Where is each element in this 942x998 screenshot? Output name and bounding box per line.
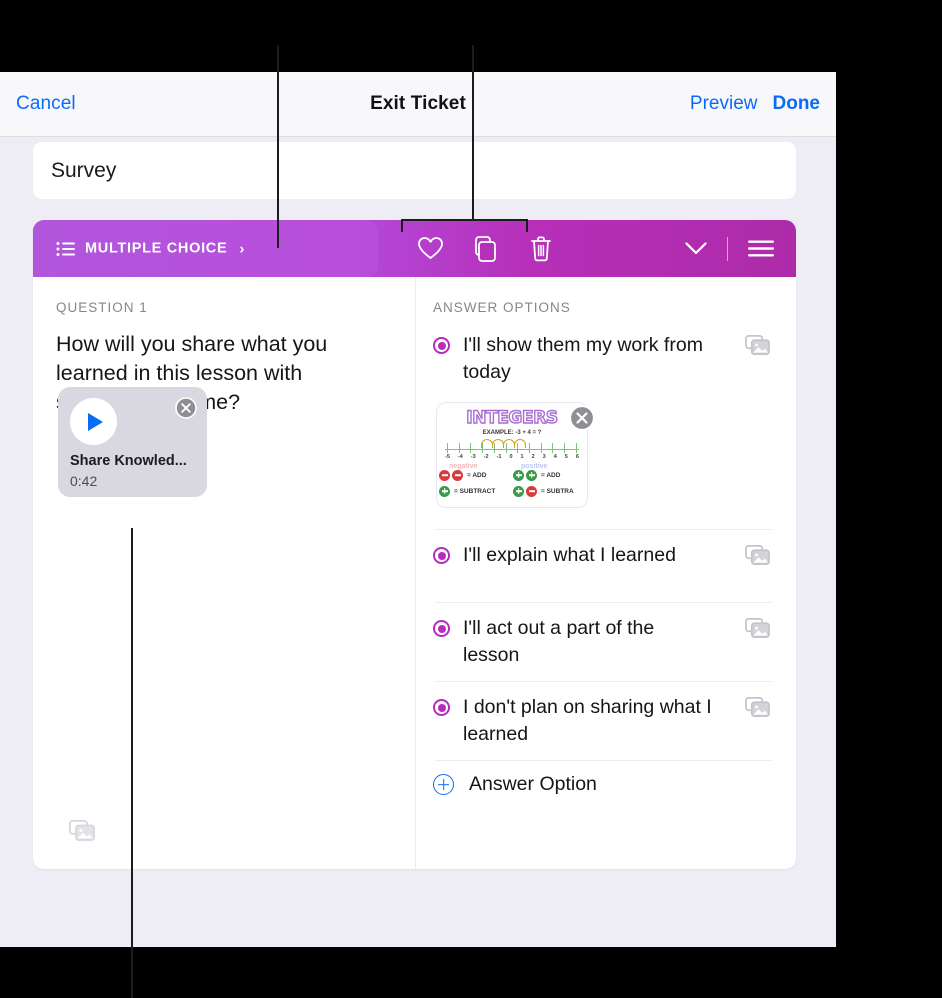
worksheet-title: INTEGERS — [466, 407, 559, 428]
answer-option-photo-icon[interactable] — [745, 696, 772, 723]
answer-options-list: I'll show them my work from today INTEGE… — [425, 332, 796, 796]
remove-attached-image-button[interactable] — [569, 405, 595, 436]
toolbar-divider — [727, 236, 728, 261]
survey-title-value: Survey — [51, 158, 117, 182]
add-answer-option-label: Answer Option — [469, 773, 597, 795]
worksheet-number-labels: -5 -4 -3 -2 -1 0 123456 — [445, 454, 579, 460]
radio-icon[interactable] — [433, 620, 450, 637]
question-card-body: QUESTION 1 How will you share what you l… — [33, 277, 796, 869]
navigation-bar: Cancel Exit Ticket Preview Done — [0, 72, 836, 137]
answer-option-divider — [435, 681, 772, 682]
question-media-chip[interactable]: Share Knowled... 0:42 — [58, 387, 207, 497]
answer-options-section-label: ANSWER OPTIONS — [433, 300, 571, 315]
plus-green-icon — [513, 469, 524, 481]
answer-option-attached-image[interactable]: INTEGERS EXAMPLE: -3 + 4 = ? -5 -4 -3 -2… — [437, 403, 595, 507]
answer-options-panel: ANSWER OPTIONS I'll show them my work fr… — [416, 277, 796, 869]
answer-option-row[interactable]: I'll explain what I learned — [425, 542, 796, 590]
app-frame: Cancel Exit Ticket Preview Done Survey M… — [0, 72, 836, 947]
radio-icon[interactable] — [433, 337, 450, 354]
callout-bracket-left-tick — [401, 219, 403, 232]
answer-option-divider — [435, 529, 772, 530]
callout-bracket-right-tick — [526, 219, 528, 232]
screenshot-root: Cancel Exit Ticket Preview Done Survey M… — [0, 0, 942, 998]
minus-red-icon — [439, 469, 450, 481]
nav-right-actions: Preview Done — [690, 93, 820, 115]
heart-icon[interactable] — [418, 237, 443, 260]
minus-red-icon — [526, 485, 537, 497]
answer-option-row[interactable]: I don't plan on sharing what I learned — [425, 694, 796, 748]
question-panel: QUESTION 1 How will you share what you l… — [33, 277, 416, 869]
plus-green-icon — [526, 469, 537, 481]
chevron-right-icon: › — [239, 240, 245, 257]
answer-option-divider — [435, 602, 772, 603]
answer-option-text[interactable]: I'll show them my work from today — [463, 332, 715, 386]
answer-option-row[interactable]: I'll show them my work from today — [425, 332, 796, 386]
answer-option-photo-icon[interactable] — [745, 544, 772, 571]
rule-text: = SUBTRA — [541, 487, 574, 495]
question-type-label: MULTIPLE CHOICE — [85, 240, 228, 257]
trash-icon[interactable] — [530, 236, 552, 262]
list-bullet-icon — [56, 241, 75, 256]
play-icon — [88, 412, 103, 431]
question-type-button[interactable]: MULTIPLE CHOICE › — [56, 240, 244, 257]
play-button[interactable] — [70, 398, 117, 445]
answer-option-text[interactable]: I'll explain what I learned — [463, 542, 715, 569]
media-duration: 0:42 — [70, 473, 98, 489]
answer-option-text[interactable]: I don't plan on sharing what I learned — [463, 694, 715, 748]
callout-line-question-type — [277, 45, 279, 248]
callout-line-media-chip — [131, 528, 133, 998]
integers-worksheet-thumbnail: INTEGERS EXAMPLE: -3 + 4 = ? -5 -4 -3 -2… — [437, 403, 587, 507]
answer-option-photo-icon[interactable] — [745, 617, 772, 644]
question-toolbar: MULTIPLE CHOICE › — [33, 220, 796, 277]
plus-circle-icon — [433, 774, 454, 795]
rule-text: = ADD — [541, 471, 561, 479]
question-card: MULTIPLE CHOICE › QUESTION 1 How will yo… — [33, 220, 796, 869]
done-button[interactable]: Done — [773, 93, 821, 115]
radio-icon[interactable] — [433, 547, 450, 564]
minus-red-icon — [452, 469, 463, 481]
question-tool-actions — [418, 235, 552, 262]
hamburger-icon[interactable] — [748, 240, 774, 257]
remove-media-button[interactable] — [175, 397, 197, 424]
answer-option-text[interactable]: I'll act out a part of the lesson — [463, 615, 715, 669]
radio-icon[interactable] — [433, 699, 450, 716]
answer-option-row[interactable]: I'll act out a part of the lesson — [425, 615, 796, 669]
preview-button[interactable]: Preview — [690, 93, 758, 115]
add-answer-option-button[interactable]: Answer Option — [425, 773, 796, 796]
media-title: Share Knowled... — [70, 453, 187, 469]
chevron-down-icon[interactable] — [685, 242, 707, 255]
rule-text: = ADD — [467, 471, 487, 479]
callout-bracket-horizontal — [401, 219, 528, 221]
answer-option-divider — [435, 760, 772, 761]
plus-green-icon — [513, 485, 524, 497]
question-section-label: QUESTION 1 — [56, 300, 148, 315]
add-photo-icon[interactable] — [68, 819, 97, 847]
question-right-actions — [685, 236, 774, 261]
duplicate-icon[interactable] — [475, 235, 498, 262]
survey-title-field[interactable]: Survey — [33, 142, 796, 199]
plus-green-icon — [439, 485, 450, 497]
rule-text: = SUBTRACT — [454, 487, 496, 495]
callout-line-tool-actions — [472, 45, 474, 220]
answer-option-photo-icon[interactable] — [745, 334, 772, 361]
